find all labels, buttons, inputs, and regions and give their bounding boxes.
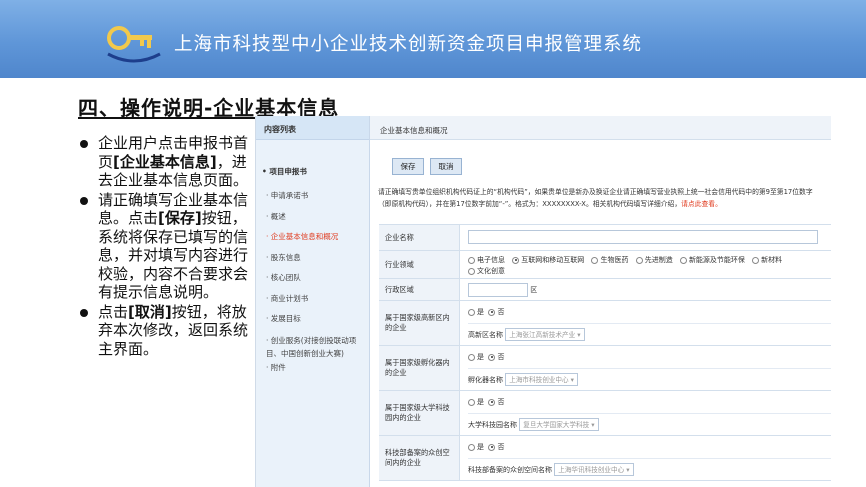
hightech-label: 属于国家级高新区内的企业 xyxy=(379,301,460,345)
sidebar-item-company-info[interactable]: · 企业基本信息和概况 xyxy=(266,227,366,248)
industry-radio[interactable] xyxy=(635,256,643,264)
sidebar-item-core-team[interactable]: · 核心团队 xyxy=(266,268,366,289)
bullet-dot-icon xyxy=(80,196,88,205)
univ-no-radio[interactable] xyxy=(488,398,496,406)
industry-radio[interactable] xyxy=(591,256,599,264)
industry-options: 电子信息 互联网和移动互联网 生物医药 先进制造 新能源及节能环保 新材料 文化… xyxy=(460,251,831,277)
sidebar-header: 内容列表 xyxy=(256,116,369,140)
industry-option-label: 电子信息 xyxy=(477,256,505,264)
hightech-yes-radio[interactable] xyxy=(468,308,475,316)
bullet-dot-icon xyxy=(80,140,88,148)
sidebar: 内容列表 • 项目申报书 · 申请承诺书 · 概述 · 企业基本信息和概况 · … xyxy=(256,116,370,487)
incubator-yes-radio[interactable] xyxy=(468,353,475,361)
industry-radio[interactable] xyxy=(679,256,687,264)
incubator-label: 属于国家级孵化器内的企业 xyxy=(379,346,460,390)
sidebar-group-title[interactable]: • 项目申报书 xyxy=(262,166,307,177)
hightech-name-label: 高新区名称 xyxy=(468,330,503,339)
industry-option-label: 文化创意 xyxy=(477,267,505,275)
sidebar-item-startup-services[interactable]: · 创业服务(对接创投联动项目、中国创新创业大赛) xyxy=(266,330,366,360)
industry-option-label: 新材料 xyxy=(761,256,783,264)
notice-link[interactable]: 请点此查看。 xyxy=(681,200,722,208)
instruction-text: 点击 xyxy=(98,302,129,321)
incubator-select[interactable]: 上海市科技创业中心 ▾ xyxy=(505,373,578,386)
industry-option-label: 新能源及节能环保 xyxy=(688,256,745,264)
main-panel: 企业基本信息和概况 保存 取消 请正确填写贵单位组织机构代码证上的“机构代码”，如… xyxy=(370,116,831,487)
university-park-label: 属于国家级大学科技园内的企业 xyxy=(379,391,460,435)
no-label: 否 xyxy=(497,353,505,361)
main-panel-title: 企业基本信息和概况 xyxy=(370,116,831,140)
form-row-company-name: 企业名称 xyxy=(379,225,831,251)
instruction-item: 点击[取消]按钮，将放弃本次修改，返回系统主界面。 xyxy=(78,303,248,359)
hightech-select[interactable]: 上海张江高新技术产业 ▾ xyxy=(505,328,585,341)
sidebar-item-commitment[interactable]: · 申请承诺书 xyxy=(266,186,366,207)
maker-space-label: 科技部备案的众创空间内的企业 xyxy=(379,436,460,480)
key-logo-icon xyxy=(107,26,161,63)
yes-label: 是 xyxy=(477,308,484,316)
region-suffix: 区 xyxy=(530,286,538,294)
yes-label: 是 xyxy=(477,398,484,406)
maker-yes-radio[interactable] xyxy=(468,443,475,451)
form-row-hightech: 属于国家级高新区内的企业 是 否 高新区名称 上海张江高新技术产业 ▾ xyxy=(379,301,831,346)
form-row-industry: 行业领域 电子信息 互联网和移动互联网 生物医药 先进制造 新能源及节能环保 新… xyxy=(379,251,831,279)
sidebar-item-shareholders[interactable]: · 股东信息 xyxy=(266,248,366,269)
maker-no-radio[interactable] xyxy=(488,443,496,451)
form-row-incubator: 属于国家级孵化器内的企业 是 否 孵化器名称 上海市科技创业中心 ▾ xyxy=(379,346,831,391)
region-input[interactable] xyxy=(468,283,528,297)
company-name-input[interactable] xyxy=(468,230,818,244)
yes-label: 是 xyxy=(477,443,484,451)
instruction-list: 企业用户点击申报书首页[企业基本信息]，进去企业基本信息页面。 请正确填写企业基… xyxy=(78,134,248,359)
instruction-keyword: [企业基本信息] xyxy=(113,152,217,171)
yes-label: 是 xyxy=(477,353,484,361)
maker-space-select[interactable]: 上海华讯科技创业中心 ▾ xyxy=(554,463,634,476)
instruction-keyword: [保存] xyxy=(158,209,202,227)
company-info-form: 企业名称 行业领域 电子信息 互联网和移动互联网 生物医药 先进制造 新能源及节… xyxy=(379,224,831,481)
app-title: 上海市科技型中小企业技术创新资金项目申报管理系统 xyxy=(174,34,643,55)
notice-text: 请正确填写贵单位组织机构代码证上的“机构代码”，如果贵单位是新办及换证企业请正确… xyxy=(378,188,813,208)
form-row-region: 行政区域 区 xyxy=(379,279,831,301)
region-label: 行政区域 xyxy=(379,279,460,300)
instruction-keyword: [取消] xyxy=(128,302,172,321)
save-button[interactable]: 保存 xyxy=(392,158,424,175)
industry-radio[interactable] xyxy=(468,256,475,264)
action-buttons: 保存 取消 xyxy=(392,154,468,175)
university-park-select[interactable]: 复旦大学国家大学科技 ▾ xyxy=(519,418,599,431)
university-park-name-label: 大学科技园名称 xyxy=(468,420,517,429)
no-label: 否 xyxy=(497,443,505,451)
incubator-name-label: 孵化器名称 xyxy=(468,375,503,384)
sidebar-item-goals[interactable]: · 发展目标 xyxy=(266,309,366,330)
maker-space-name-label: 科技部备案的众创空间名称 xyxy=(468,465,552,474)
industry-radio[interactable] xyxy=(512,256,520,264)
no-label: 否 xyxy=(497,398,505,406)
instruction-item: 请正确填写企业基本信息。点击[保存]按钮，系统将保存已填写的信息，并对填写内容进… xyxy=(78,191,248,302)
instruction-notice: 请正确填写贵单位组织机构代码证上的“机构代码”，如果贵单位是新办及换证企业请正确… xyxy=(378,186,818,210)
cancel-button[interactable]: 取消 xyxy=(430,158,462,175)
incubator-no-radio[interactable] xyxy=(488,353,496,361)
company-name-label: 企业名称 xyxy=(379,225,460,250)
industry-radio[interactable] xyxy=(752,256,760,264)
sidebar-items: · 申请承诺书 · 概述 · 企业基本信息和概况 · 股东信息 · 核心团队 ·… xyxy=(266,186,366,376)
sidebar-item-attachments[interactable]: · 附件 xyxy=(266,360,366,376)
sidebar-item-overview[interactable]: · 概述 xyxy=(266,207,366,228)
no-label: 否 xyxy=(497,308,505,316)
instruction-item: 企业用户点击申报书首页[企业基本信息]，进去企业基本信息页面。 xyxy=(78,134,248,190)
industry-label: 行业领域 xyxy=(379,251,460,278)
univ-yes-radio[interactable] xyxy=(468,398,475,406)
bullet-dot-icon xyxy=(80,308,88,317)
app-screenshot: 内容列表 • 项目申报书 · 申请承诺书 · 概述 · 企业基本信息和概况 · … xyxy=(255,116,831,487)
industry-option-label: 生物医药 xyxy=(600,256,629,264)
sidebar-item-business-plan[interactable]: · 商业计划书 xyxy=(266,289,366,310)
industry-option-label: 先进制造 xyxy=(644,256,673,264)
form-row-maker-space: 科技部备案的众创空间内的企业 是 否 科技部备案的众创空间名称 上海华讯科技创业… xyxy=(379,436,831,481)
hightech-no-radio[interactable] xyxy=(488,308,496,316)
form-row-university-park: 属于国家级大学科技园内的企业 是 否 大学科技园名称 复旦大学国家大学科技 ▾ xyxy=(379,391,831,436)
industry-radio[interactable] xyxy=(468,267,475,275)
app-banner: 上海市科技型中小企业技术创新资金项目申报管理系统 xyxy=(0,0,866,78)
industry-option-label: 互联网和移动互联网 xyxy=(521,256,585,264)
